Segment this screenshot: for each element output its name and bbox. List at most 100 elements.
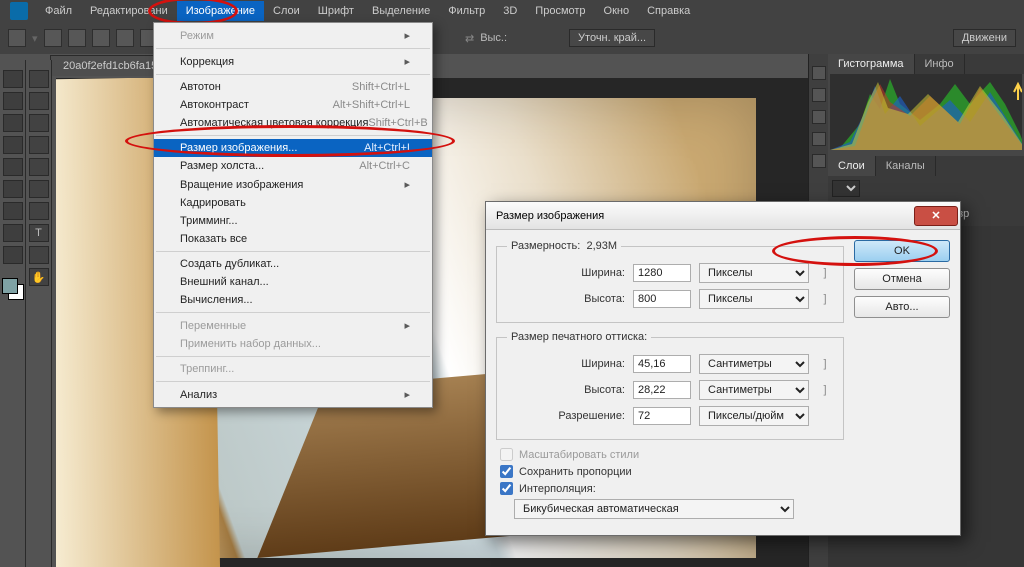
- rail-icon[interactable]: [812, 88, 826, 102]
- auto-button[interactable]: Авто...: [854, 296, 950, 318]
- link-icon[interactable]: ]: [817, 293, 833, 305]
- tool-brush-icon[interactable]: [3, 136, 23, 154]
- opt-icon[interactable]: [116, 29, 134, 47]
- cancel-button[interactable]: Отмена: [854, 268, 950, 290]
- tool-eraser-icon[interactable]: [3, 158, 23, 176]
- tool-dodge-icon[interactable]: [29, 202, 49, 220]
- menu-item[interactable]: Вращение изображения: [154, 175, 432, 194]
- app-logo-icon: [10, 2, 28, 20]
- opt-height-label: Выс.:: [480, 32, 507, 44]
- resolution-label: Разрешение:: [551, 410, 625, 422]
- opt-icon[interactable]: [92, 29, 110, 47]
- menu-edit[interactable]: Редактировани: [81, 1, 177, 21]
- menu-3d[interactable]: 3D: [494, 1, 526, 21]
- resolution-unit[interactable]: Пикселы/дюйм: [699, 406, 809, 426]
- menu-item[interactable]: Вычисления...: [154, 291, 432, 309]
- tool-arrow-icon[interactable]: [3, 224, 23, 242]
- menu-file[interactable]: Файл: [36, 1, 81, 21]
- histogram-panel-tabs: Гистограмма Инфо: [828, 54, 1024, 74]
- menu-item[interactable]: Тримминг...: [154, 212, 432, 230]
- print-height-input[interactable]: [633, 381, 691, 399]
- interpolation-check[interactable]: Интерполяция:: [500, 482, 840, 495]
- tool-crop-icon[interactable]: [3, 114, 23, 132]
- tool-shape-icon[interactable]: [29, 246, 49, 264]
- tool-zoom-icon[interactable]: [3, 246, 23, 264]
- tab-channels[interactable]: Каналы: [876, 156, 936, 176]
- print-height-label: Высота:: [551, 384, 625, 396]
- menu-item[interactable]: Коррекция: [154, 52, 432, 71]
- motion-button[interactable]: Движени: [953, 29, 1016, 47]
- scale-styles-check: Масштабировать стили: [500, 448, 840, 461]
- menu-view[interactable]: Просмотр: [526, 1, 594, 21]
- dialog-close-button[interactable]: ✕: [914, 206, 958, 226]
- link-icon[interactable]: ]: [817, 267, 833, 279]
- interpolation-method-select[interactable]: Бикубическая автоматическая: [514, 499, 794, 519]
- layer-kind-select[interactable]: [832, 180, 860, 197]
- pixel-height-label: Высота:: [551, 293, 625, 305]
- pixel-width-unit[interactable]: Пикселы: [699, 263, 809, 283]
- rail-icon[interactable]: [812, 110, 826, 124]
- menu-item[interactable]: Анализ: [154, 385, 432, 404]
- tab-histogram[interactable]: Гистограмма: [828, 54, 915, 74]
- foreground-swatch[interactable]: [2, 278, 18, 294]
- link-icon[interactable]: ]: [817, 384, 833, 396]
- tool-type-icon[interactable]: T: [29, 224, 49, 242]
- menu-item[interactable]: Размер изображения...Alt+Ctrl+I: [154, 139, 432, 157]
- tool-wand-icon[interactable]: [29, 92, 49, 110]
- tool-heal-icon[interactable]: [29, 136, 49, 154]
- pixel-height-input[interactable]: [633, 290, 691, 308]
- opt-icon[interactable]: [44, 29, 62, 47]
- tool-lasso-icon[interactable]: [3, 92, 23, 110]
- print-height-unit[interactable]: Сантиметры: [699, 380, 809, 400]
- resolution-input[interactable]: [633, 407, 691, 425]
- print-width-input[interactable]: [633, 355, 691, 373]
- color-swatches[interactable]: [2, 278, 24, 300]
- menu-item[interactable]: Внешний канал...: [154, 273, 432, 291]
- tool-move-icon[interactable]: [3, 70, 23, 88]
- menu-item[interactable]: Показать все: [154, 230, 432, 248]
- link-icon[interactable]: ]: [817, 358, 833, 370]
- refine-edge-button[interactable]: Уточн. край...: [569, 29, 655, 47]
- tool-stamp-icon[interactable]: [29, 158, 49, 176]
- dialog-titlebar[interactable]: Размер изображения ✕: [486, 202, 960, 230]
- tool-marquee-icon[interactable]: [29, 70, 49, 88]
- print-width-unit[interactable]: Сантиметры: [699, 354, 809, 374]
- pixel-dimensions-group: Размерность: 2,93M Ширина: Пикселы ] Выс…: [496, 240, 844, 323]
- tab-layers[interactable]: Слои: [828, 156, 876, 176]
- menu-select[interactable]: Выделение: [363, 1, 439, 21]
- tool-gradient-icon[interactable]: [3, 180, 23, 198]
- toolbox-outer: T ✋: [26, 60, 52, 567]
- menu-item[interactable]: АвтоконтрастAlt+Shift+Ctrl+L: [154, 96, 432, 114]
- constrain-proportions-check[interactable]: Сохранить пропорции: [500, 465, 840, 478]
- menu-window[interactable]: Окно: [595, 1, 639, 21]
- menu-help[interactable]: Справка: [638, 1, 699, 21]
- dialog-title: Размер изображения: [496, 210, 604, 222]
- app-menubar: Файл Редактировани Изображение Слои Шриф…: [0, 0, 1024, 22]
- print-size-group: Размер печатного оттиска: Ширина: Сантим…: [496, 331, 844, 440]
- menu-item: Переменные: [154, 316, 432, 335]
- rail-icon[interactable]: [812, 66, 826, 80]
- menu-filter[interactable]: Фильтр: [439, 1, 494, 21]
- tool-eyedropper-icon[interactable]: [29, 114, 49, 132]
- tool-preset-icon[interactable]: [8, 29, 26, 47]
- menu-item[interactable]: АвтотонShift+Ctrl+L: [154, 78, 432, 96]
- pixel-height-unit[interactable]: Пикселы: [699, 289, 809, 309]
- menu-item[interactable]: Кадрировать: [154, 194, 432, 212]
- pixel-width-input[interactable]: [633, 264, 691, 282]
- tool-pen-icon[interactable]: [3, 202, 23, 220]
- dim-value: 2,93M: [586, 240, 617, 252]
- menu-type[interactable]: Шрифт: [309, 1, 363, 21]
- menu-layer[interactable]: Слои: [264, 1, 309, 21]
- rail-icon[interactable]: [812, 154, 826, 168]
- ok-button[interactable]: OK: [854, 240, 950, 262]
- pixel-width-label: Ширина:: [551, 267, 625, 279]
- menu-item[interactable]: Автоматическая цветовая коррекцияShift+C…: [154, 114, 432, 132]
- menu-item[interactable]: Создать дубликат...: [154, 255, 432, 273]
- menu-image[interactable]: Изображение: [177, 1, 264, 21]
- tool-hand-icon[interactable]: ✋: [29, 268, 49, 286]
- tool-blur-icon[interactable]: [29, 180, 49, 198]
- rail-icon[interactable]: [812, 132, 826, 146]
- tab-info[interactable]: Инфо: [915, 54, 965, 74]
- opt-icon[interactable]: [68, 29, 86, 47]
- menu-item[interactable]: Размер холста...Alt+Ctrl+C: [154, 157, 432, 175]
